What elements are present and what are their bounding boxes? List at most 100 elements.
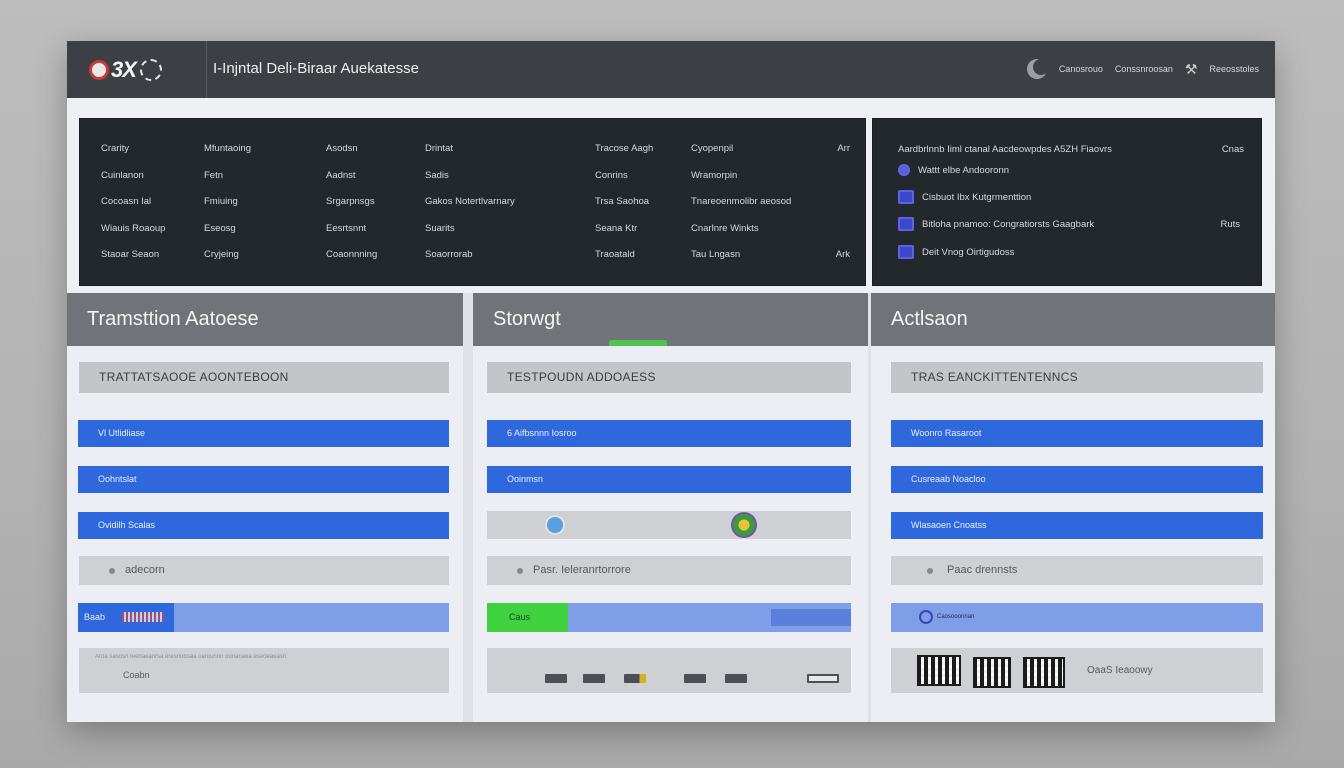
footer-card: Aroa sasosn Ieenaeanrsa eresnobsaa oarou… (79, 648, 449, 693)
table-cell[interactable]: Drintat (425, 136, 595, 163)
column-title-text: Storwgt (493, 308, 561, 330)
list-option[interactable]: adecorn (79, 556, 449, 585)
bullet-icon (109, 568, 115, 574)
table-cell[interactable]: Traoatald (595, 242, 691, 269)
table-cell[interactable]: Gakos Notertlvarnary (425, 189, 595, 216)
table-cell[interactable]: Tnareoenmolibr aeosod (691, 189, 834, 216)
list-option[interactable]: Paac drennsts (891, 556, 1263, 585)
column-body: TRATTATSAOOE AOONTEBOON Vl Utlidliase Oo… (67, 346, 463, 722)
action-bar[interactable]: 6 Aifbsnnn Iosroo (487, 420, 851, 447)
activity-header-right[interactable]: Cnas (1222, 144, 1244, 155)
action-bar[interactable]: Ovidilh Scalas (78, 512, 449, 539)
progress-label: Caosooonnan (937, 614, 975, 620)
action-bar[interactable]: Ooinmsn (487, 466, 851, 493)
overview-table-panel: Crarity Mfuntaoing Asodsn Drintat Tracos… (79, 118, 866, 286)
table-cell[interactable]: Coaonnning (326, 242, 425, 269)
overview-table: Crarity Mfuntaoing Asodsn Drintat Tracos… (101, 136, 850, 269)
activity-item-label: Cisbuot Ibx Kutgrmenttion (922, 191, 1032, 203)
table-cell[interactable]: Conrins (595, 163, 691, 190)
table-cell[interactable] (834, 189, 850, 216)
titlebar-link-3[interactable]: Reeosstoles (1209, 64, 1259, 74)
action-bar[interactable]: Vl Utlidliase (78, 420, 449, 447)
activity-item[interactable]: Deit Vnog Oirtigudoss (898, 244, 1014, 260)
table-cell[interactable]: Ark (834, 242, 850, 269)
list-option[interactable]: Pasr. Ieleranrtorrore (487, 556, 851, 585)
table-cell[interactable]: Arr (834, 136, 850, 163)
table-cell[interactable]: Eesrtsnnt (326, 216, 425, 243)
footer-codes: OaaS Ieaoowy (891, 648, 1263, 693)
table-cell[interactable]: Seana Ktr (595, 216, 691, 243)
qr-code-icon[interactable] (917, 655, 961, 686)
progress-bar[interactable]: Caosooonnan (891, 603, 1263, 632)
table-cell[interactable]: Crarity (101, 136, 204, 163)
title-bar: 3X I-Injntal Deli-Biraar Auekatesse Cano… (67, 41, 1275, 98)
activity-item[interactable]: Bitloha pnamoo: Congratiorsts Gaagbark (898, 216, 1094, 232)
column-body: TRAS EANCKITTENTENNCS Woonro Rasaroot Cu… (871, 346, 1275, 722)
progress-bar[interactable]: Baab (78, 603, 449, 632)
table-cell[interactable]: Tau Lngasn (691, 242, 834, 269)
column-title: Tramsttion Aatoese (67, 293, 463, 346)
document-icon (898, 190, 914, 204)
progress-bar[interactable]: Caus (487, 603, 851, 632)
activity-item-label: Bitloha pnamoo: Congratiorsts Gaagbark (922, 218, 1095, 230)
table-cell[interactable]: Soaorrorab (425, 242, 595, 269)
table-cell[interactable]: Asodsn (326, 136, 425, 163)
wrench-icon[interactable]: ⚒ (1185, 61, 1198, 78)
activity-item-label: Wattt elbe Andooronn (918, 164, 1010, 176)
table-cell[interactable]: Wiauis Roaoup (101, 216, 204, 243)
table-cell[interactable]: Sadis (425, 163, 595, 190)
media-row[interactable] (487, 511, 851, 539)
footer-toolbar (487, 648, 851, 693)
activity-item[interactable]: Wattt elbe Andooronn (898, 162, 1009, 178)
toolbar-chip[interactable] (624, 674, 646, 683)
action-bar[interactable]: Cusreaab Noacloo (891, 466, 1263, 493)
bullet-icon (517, 568, 523, 574)
toolbar-chip[interactable] (807, 674, 839, 683)
action-bar[interactable]: Oohntslat (78, 466, 449, 493)
table-cell[interactable] (834, 216, 850, 243)
table-cell[interactable]: Cnarlnre Winkts (691, 216, 834, 243)
toolbar-chip[interactable] (583, 674, 605, 683)
logo-text: 3X (111, 57, 137, 82)
activity-item[interactable]: Cisbuot Ibx Kutgrmenttion (898, 189, 1031, 205)
toolbar-chip[interactable] (545, 674, 567, 683)
app-title: I-Injntal Deli-Biraar Auekatesse (213, 60, 419, 77)
status-ring-icon (919, 610, 933, 624)
table-cell[interactable]: Mfuntaoing (204, 136, 326, 163)
table-cell[interactable]: Wramorpin (691, 163, 834, 190)
table-cell[interactable]: Staoar Seaon (101, 242, 204, 269)
progress-end-segment (771, 609, 851, 626)
qr-code-icon[interactable] (973, 657, 1011, 688)
table-cell[interactable]: Aadnst (326, 163, 425, 190)
table-cell[interactable]: Cyopenpil (691, 136, 834, 163)
toolbar-chip[interactable] (684, 674, 706, 683)
app-logo[interactable]: 3X (89, 56, 185, 84)
table-cell[interactable]: Fmiuing (204, 189, 326, 216)
table-cell[interactable]: Tracose Aagh (595, 136, 691, 163)
table-cell[interactable]: Cryjeing (204, 242, 326, 269)
table-cell[interactable]: Trsa Saohoa (595, 189, 691, 216)
qr-code-icon[interactable] (1023, 657, 1065, 688)
theme-toggle-icon[interactable] (1026, 59, 1049, 79)
titlebar-link-2[interactable]: Conssnroosan (1115, 64, 1173, 74)
app-badge-icon (731, 512, 757, 538)
activity-header: Aardbrlnnb Iiml ctanal Aacdeowpdes A5ZH … (898, 144, 1112, 155)
table-cell[interactable]: Suarits (425, 216, 595, 243)
table-cell[interactable]: Fetn (204, 163, 326, 190)
progress-label: Caus (509, 612, 531, 622)
table-cell[interactable]: Eseosg (204, 216, 326, 243)
list-option-label: Paac drennsts (947, 564, 1018, 576)
action-bar[interactable]: Woonro Rasaroot (891, 420, 1263, 447)
toolbar-chip[interactable] (725, 674, 747, 683)
footer-card-caption: Aroa sasosn Ieenaeanrsa eresnobsaa oarou… (95, 654, 287, 660)
table-cell[interactable] (834, 163, 850, 190)
list-option-label: adecorn (125, 564, 165, 576)
footer-codes-label: OaaS Ieaoowy (1087, 665, 1153, 676)
table-cell[interactable]: Cuinlanon (101, 163, 204, 190)
action-bar[interactable]: Wlasaoen Cnoatss (891, 512, 1263, 539)
table-cell[interactable]: Cocoasn Ial (101, 189, 204, 216)
title-divider (206, 41, 207, 98)
table-cell[interactable]: Srgarpnsgs (326, 189, 425, 216)
footer-card-label: Coabn (123, 670, 150, 680)
titlebar-link-1[interactable]: Canosrouo (1059, 64, 1103, 74)
